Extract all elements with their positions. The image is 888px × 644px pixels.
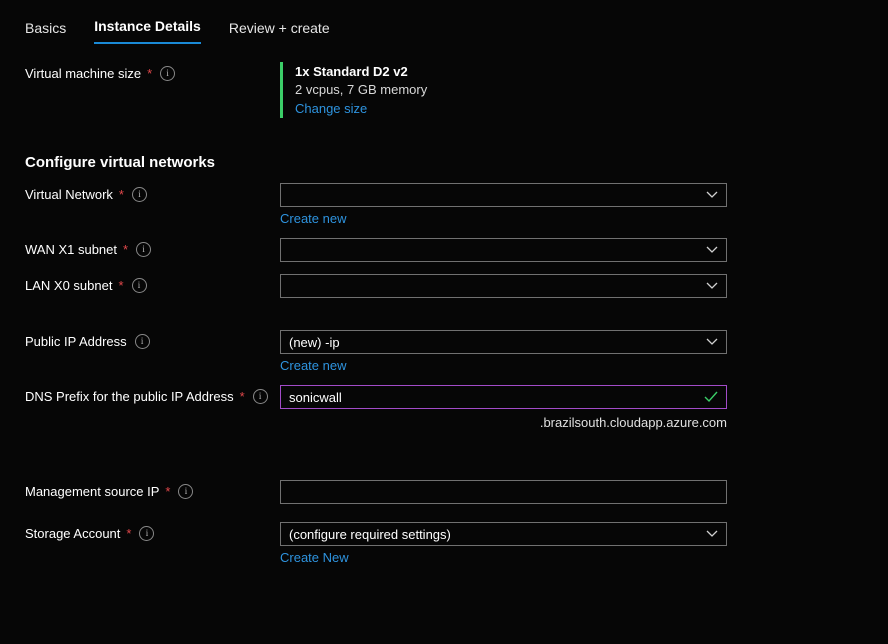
dns-prefix-input[interactable] (289, 390, 698, 405)
required-indicator: * (163, 484, 170, 499)
storage-account-dropdown[interactable]: (configure required settings) (280, 522, 727, 546)
mgmt-ip-input-wrap[interactable] (280, 480, 727, 504)
tab-review-create[interactable]: Review + create (229, 20, 330, 42)
mgmt-ip-label: Management source IP (25, 484, 159, 499)
info-icon[interactable]: i (132, 278, 147, 293)
vm-size-title: 1x Standard D2 v2 (295, 64, 727, 79)
chevron-down-icon (706, 530, 718, 538)
dns-prefix-input-wrap[interactable] (280, 385, 727, 409)
info-icon[interactable]: i (139, 526, 154, 541)
check-icon (704, 391, 718, 403)
mgmt-ip-input[interactable] (289, 485, 698, 500)
vnet-create-new-link[interactable]: Create new (280, 211, 727, 226)
info-icon[interactable]: i (253, 389, 268, 404)
lan-subnet-dropdown[interactable] (280, 274, 727, 298)
wan-subnet-label: WAN X1 subnet (25, 242, 117, 257)
chevron-down-icon (706, 246, 718, 254)
chevron-down-icon (706, 282, 718, 290)
required-indicator: * (121, 242, 128, 257)
public-ip-value: (new) -ip (289, 335, 340, 350)
required-indicator: * (117, 187, 124, 202)
vnet-label: Virtual Network (25, 187, 113, 202)
required-indicator: * (116, 278, 123, 293)
tab-basics[interactable]: Basics (25, 20, 66, 42)
dns-suffix: .brazilsouth.cloudapp.azure.com (280, 415, 727, 430)
required-indicator: * (238, 389, 245, 404)
tabs-bar: Basics Instance Details Review + create (25, 0, 863, 42)
storage-account-value: (configure required settings) (289, 527, 451, 542)
lan-subnet-label: LAN X0 subnet (25, 278, 112, 293)
info-icon[interactable]: i (178, 484, 193, 499)
vm-size-box: 1x Standard D2 v2 2 vcpus, 7 GB memory C… (280, 62, 727, 118)
storage-account-label: Storage Account (25, 526, 120, 541)
required-indicator: * (124, 526, 131, 541)
vm-size-label: Virtual machine size (25, 66, 141, 81)
section-configure-networks: Configure virtual networks (25, 154, 863, 171)
public-ip-label: Public IP Address (25, 334, 127, 349)
public-ip-dropdown[interactable]: (new) -ip (280, 330, 727, 354)
info-icon[interactable]: i (160, 66, 175, 81)
vm-size-subtitle: 2 vcpus, 7 GB memory (295, 82, 727, 97)
tab-instance-details[interactable]: Instance Details (94, 18, 201, 44)
wan-subnet-dropdown[interactable] (280, 238, 727, 262)
vnet-dropdown[interactable] (280, 183, 727, 207)
public-ip-create-new-link[interactable]: Create new (280, 358, 727, 373)
chevron-down-icon (706, 338, 718, 346)
info-icon[interactable]: i (132, 187, 147, 202)
info-icon[interactable]: i (136, 242, 151, 257)
change-size-link[interactable]: Change size (295, 101, 367, 116)
required-indicator: * (145, 66, 152, 81)
storage-create-new-link[interactable]: Create New (280, 550, 727, 565)
dns-prefix-label: DNS Prefix for the public IP Address (25, 389, 234, 404)
chevron-down-icon (706, 191, 718, 199)
info-icon[interactable]: i (135, 334, 150, 349)
